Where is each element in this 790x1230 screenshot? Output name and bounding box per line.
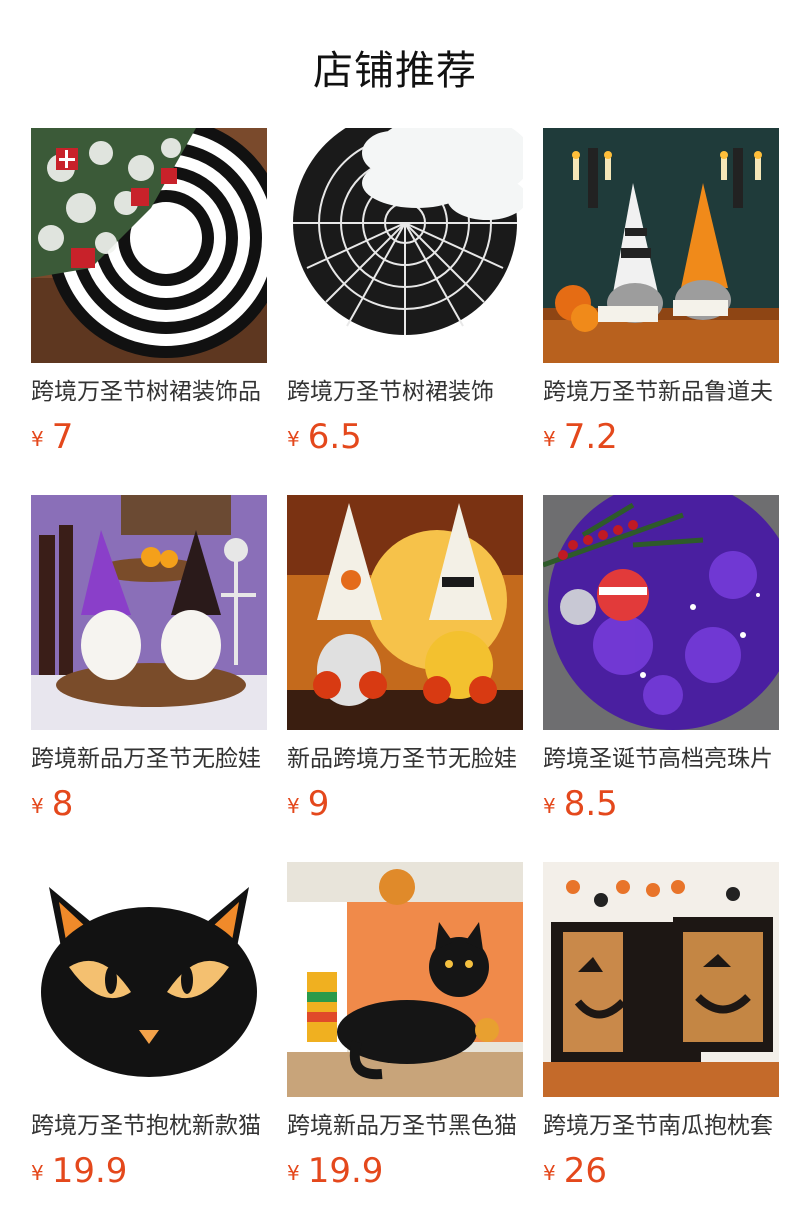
currency-symbol: ¥	[287, 427, 300, 451]
product-name[interactable]: 跨境万圣节树裙装饰	[287, 375, 523, 409]
product-price: ¥8	[31, 784, 267, 824]
currency-symbol: ¥	[287, 794, 300, 818]
product-card[interactable]: 跨境万圣节抱枕新款猫 ¥19.9	[31, 862, 267, 1191]
currency-symbol: ¥	[543, 794, 556, 818]
price-value: 26	[563, 1151, 607, 1191]
price-value: 8.5	[563, 784, 618, 824]
product-name[interactable]: 跨境万圣节抱枕新款猫	[31, 1109, 267, 1143]
product-card[interactable]: 跨境新品万圣节黑色猫 ¥19.9	[287, 862, 523, 1191]
currency-symbol: ¥	[31, 427, 44, 451]
product-name[interactable]: 跨境圣诞节高档亮珠片	[543, 742, 779, 776]
price-value: 6.5	[307, 417, 362, 457]
product-name[interactable]: 跨境万圣节南瓜抱枕套	[543, 1109, 779, 1143]
tree-skirt-spiderweb-image[interactable]	[287, 128, 523, 363]
black-cat-plush-image[interactable]	[287, 862, 523, 1097]
product-name[interactable]: 跨境万圣节新品鲁道夫	[543, 375, 779, 409]
product-card[interactable]: 跨境圣诞节高档亮珠片 ¥8.5	[543, 495, 779, 824]
currency-symbol: ¥	[31, 794, 44, 818]
pumpkin-pillow-image[interactable]	[543, 862, 779, 1097]
currency-symbol: ¥	[543, 1161, 556, 1185]
product-card[interactable]: 跨境新品万圣节无脸娃 ¥8	[31, 495, 267, 824]
price-value: 8	[51, 784, 74, 824]
product-card[interactable]: 跨境万圣节树裙装饰 ¥6.5	[287, 128, 523, 457]
price-value: 19.9	[307, 1151, 384, 1191]
gnome-boo-image[interactable]	[543, 128, 779, 363]
product-price: ¥6.5	[287, 417, 523, 457]
trick-treat-gnome-image[interactable]	[287, 495, 523, 730]
product-price: ¥19.9	[31, 1151, 267, 1191]
currency-symbol: ¥	[31, 1161, 44, 1185]
product-price: ¥7.2	[543, 417, 779, 457]
currency-symbol: ¥	[543, 427, 556, 451]
product-name[interactable]: 跨境新品万圣节黑色猫	[287, 1109, 523, 1143]
product-price: ¥7	[31, 417, 267, 457]
product-price: ¥9	[287, 784, 523, 824]
product-name[interactable]: 跨境万圣节树裙装饰品	[31, 375, 267, 409]
product-price: ¥19.9	[287, 1151, 523, 1191]
price-value: 9	[307, 784, 330, 824]
price-value: 19.9	[51, 1151, 128, 1191]
purple-sequin-skirt-image[interactable]	[543, 495, 779, 730]
page-title: 店铺推荐	[313, 48, 477, 94]
price-value: 7.2	[563, 417, 618, 457]
witch-gnome-image[interactable]	[31, 495, 267, 730]
price-value: 7	[51, 417, 74, 457]
product-card[interactable]: 跨境万圣节新品鲁道夫 ¥7.2	[543, 128, 779, 457]
product-price: ¥26	[543, 1151, 779, 1191]
tree-skirt-swirl-image[interactable]	[31, 128, 267, 363]
product-name[interactable]: 新品跨境万圣节无脸娃	[287, 742, 523, 776]
product-card[interactable]: 跨境万圣节树裙装饰品 ¥7	[31, 128, 267, 457]
currency-symbol: ¥	[287, 1161, 300, 1185]
product-price: ¥8.5	[543, 784, 779, 824]
product-name[interactable]: 跨境新品万圣节无脸娃	[31, 742, 267, 776]
black-cat-pillow-image[interactable]	[31, 862, 267, 1097]
product-card[interactable]: 新品跨境万圣节无脸娃 ¥9	[287, 495, 523, 824]
product-card[interactable]: 跨境万圣节南瓜抱枕套 ¥26	[543, 862, 779, 1191]
